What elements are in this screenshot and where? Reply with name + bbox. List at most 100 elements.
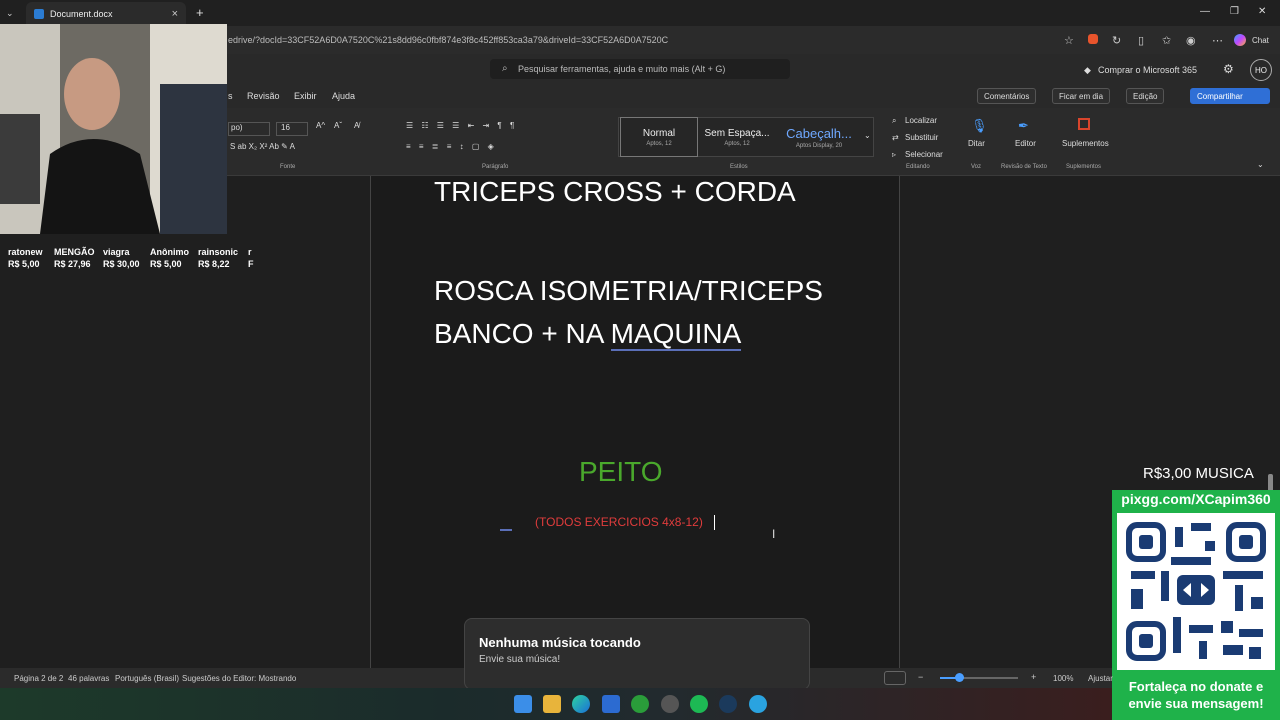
addins-button[interactable]: Suplementos [1062,139,1109,148]
copilot-icon[interactable] [1234,34,1246,46]
font-group-label: Fonte [280,164,296,170]
steam-icon[interactable] [719,695,737,713]
donor-item: Anônimo R$ 5,00 [150,247,189,269]
list-marker [500,529,512,531]
donate-message: Fortaleça no donate e envie sua mensagem… [1128,679,1264,711]
editor-button[interactable]: Editor [1015,139,1036,148]
telegram-icon[interactable] [749,695,767,713]
webcam-overlay [0,24,227,234]
outlook-icon[interactable] [602,695,620,713]
zoom-slider-thumb[interactable] [955,673,964,682]
obs-icon[interactable] [661,695,679,713]
browser-tab-document[interactable]: Document.docx × [26,2,186,26]
document-page[interactable] [370,176,900,668]
close-tab-icon[interactable]: × [172,8,178,20]
chat-label[interactable]: Chat [1252,36,1269,45]
list-buttons-row[interactable]: ☰ ☷ ☰ ☰ ⇤ ⇥ ¶ ¶ [406,121,517,130]
spellcheck-underline-word[interactable]: MAQUINA [610,318,742,351]
review-group-label: Revisão de Texto [1001,164,1047,170]
menu-view[interactable]: Exibir [294,91,317,101]
status-words[interactable]: 46 palavras [68,674,109,683]
extension-icon[interactable] [1088,34,1098,44]
profile-icon[interactable]: ◉ [1186,34,1196,47]
donor-item: ratonew R$ 5,00 [8,247,43,269]
buy-microsoft365-link[interactable]: Comprar o Microsoft 365 [1098,65,1197,75]
editing-mode-button[interactable]: Edição [1126,88,1165,104]
font-name-select[interactable]: po) [228,122,270,136]
zoom-out-icon[interactable]: − [918,672,923,682]
fit-button[interactable]: Ajustar [1088,674,1113,683]
doc-line-triceps-cross[interactable]: TRICEPS CROSS + CORDA [434,176,796,208]
font-size-select[interactable]: 16 [276,122,308,136]
xbox-icon[interactable] [631,695,649,713]
menu-layout-partial[interactable]: s [228,91,233,101]
status-page[interactable]: Página 2 de 2 [14,674,63,683]
refresh-icon[interactable]: ↻ [1112,34,1121,47]
search-icon: ⌕ [502,63,508,74]
ribbon-collapse-icon[interactable]: ⌄ [1257,160,1264,169]
replace-button[interactable]: Substituir [905,133,938,142]
donor-item: viagra R$ 30,00 [103,247,140,269]
find-button[interactable]: Localizar [905,116,937,125]
tab-list-chevron-icon[interactable]: ⌄ [6,8,14,19]
styles-group-label: Estilos [730,164,748,170]
toast-subtitle: Envie sua música! [479,654,561,665]
browser-tabstrip [0,0,1280,26]
spotify-icon[interactable] [690,695,708,713]
url-text[interactable]: edrive/?docId=33CF52A6D0A7520C%21s8dd96c… [228,35,668,45]
tab-title: Document.docx [50,9,113,19]
favorites-icon[interactable]: ✩ [1162,34,1171,47]
addins-grid-icon [1078,118,1090,130]
qr-code-graphic [1117,513,1275,670]
favorite-star-icon[interactable]: ☆ [1064,34,1074,47]
style-no-spacing[interactable]: Sem Espaça... Aptos, 12 [700,117,774,157]
split-screen-icon[interactable]: ▯ [1138,34,1144,47]
donor-item: MENGÃO R$ 27,96 [54,247,95,269]
zoom-level[interactable]: 100% [1053,674,1073,683]
zoom-in-icon[interactable]: + [1031,672,1036,682]
doc-line-rosca-isometria[interactable]: ROSCA ISOMETRIA/TRICEPS [434,275,823,307]
styles-expand-icon[interactable]: ⌄ [864,131,871,140]
new-tab-button[interactable]: + [196,5,204,20]
search-input[interactable]: Pesquisar ferramentas, ajuda e muito mai… [490,59,790,79]
minimize-button[interactable]: — [1200,6,1210,17]
ibeam-pointer-icon: I [772,527,776,541]
more-options-icon[interactable]: ⋯ [1212,34,1223,47]
editor-pen-icon: ✒ [1018,118,1029,133]
qr-code-icon [1117,513,1275,670]
text-cursor [714,515,715,530]
paragraph-group-label: Parágrafo [482,164,509,170]
menu-help[interactable]: Ajuda [332,91,355,101]
style-heading[interactable]: Cabeçalh... Aptos Display, 20 [776,117,862,157]
edge-browser-icon[interactable] [572,695,590,713]
toast-title: Nenhuma música tocando [479,635,641,650]
maximize-button[interactable]: ❐ [1230,6,1239,17]
doc-line-banco-maquina[interactable]: BANCO + NA MAQUINA [434,318,742,351]
catchup-button[interactable]: Ficar em dia [1052,88,1111,104]
word-doc-icon [34,9,44,19]
dictate-button[interactable]: Ditar [968,139,985,148]
style-normal[interactable]: Normal Aptos, 12 [620,117,698,157]
align-buttons-row[interactable]: ≡ ≡ ≣ ≡ ↕ ▢ ◈ [406,142,497,151]
select-button[interactable]: Selecionar [905,150,943,159]
status-editor[interactable]: Sugestões do Editor: Mostrando [182,674,296,683]
doc-note-exercicios[interactable]: (TODOS EXERCICIOS 4x8-12) [535,515,703,529]
view-mode-button[interactable] [884,671,906,685]
file-explorer-icon[interactable] [543,695,561,713]
avatar[interactable]: HO [1250,59,1272,81]
doc-heading-peito[interactable]: PEITO [579,456,663,488]
clear-format-icon[interactable]: A̸ [354,121,359,130]
shrink-font-icon[interactable]: Aˇ [334,121,342,130]
menu-review[interactable]: Revisão [247,91,280,101]
settings-gear-icon[interactable]: ⚙ [1223,62,1234,76]
windows-start-icon[interactable] [514,695,532,713]
find-icon: ⌕ [892,116,897,125]
format-buttons-row[interactable]: S ab X₂ X² Ab ✎ A [230,142,295,151]
voice-group-label: Voz [971,164,982,170]
share-button[interactable]: Compartilhar [1190,88,1270,104]
webcam-person-image [0,24,227,234]
comments-button[interactable]: Comentários [977,88,1037,104]
grow-font-icon[interactable]: A^ [316,121,325,130]
status-language[interactable]: Português (Brasil) [115,674,179,683]
close-window-button[interactable]: ✕ [1258,6,1266,17]
